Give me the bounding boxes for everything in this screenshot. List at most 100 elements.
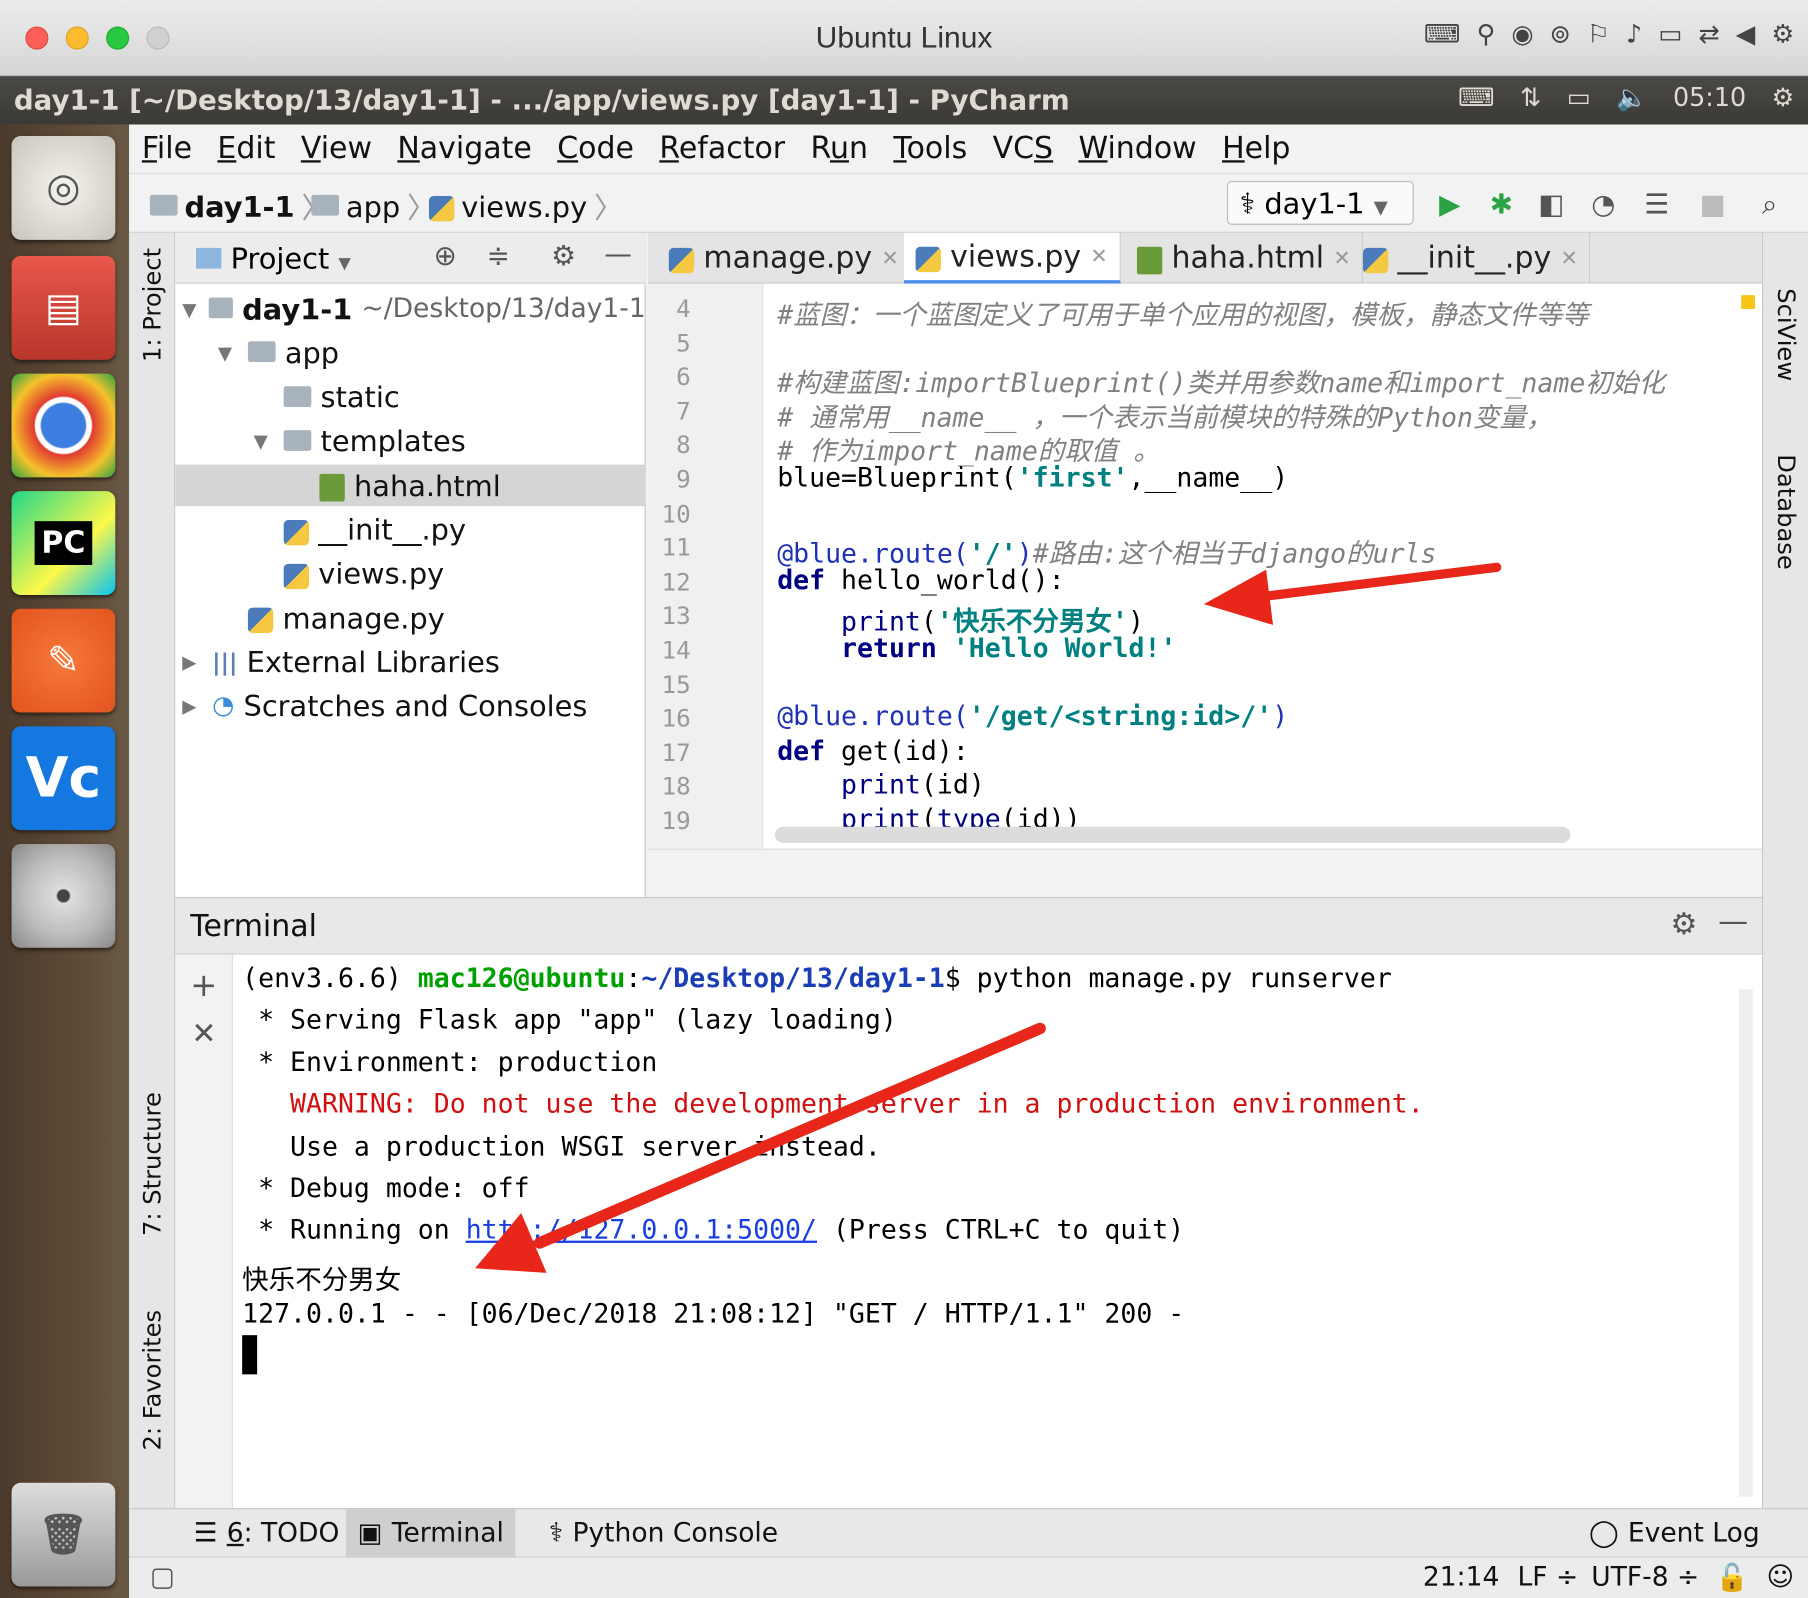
breadcrumb-project[interactable]: day1-1〉 bbox=[149, 186, 330, 228]
expand-arrow-icon[interactable]: ▼ bbox=[254, 431, 275, 453]
terminal-tool-button[interactable]: ▣ Terminal bbox=[345, 1509, 516, 1558]
close-tab-icon[interactable]: ✕ bbox=[881, 246, 898, 270]
tree-item[interactable]: views.py bbox=[175, 553, 645, 595]
pycharm-icon[interactable]: PC bbox=[11, 491, 116, 595]
close-session-icon[interactable]: ✕ bbox=[191, 1017, 216, 1052]
tree-item[interactable]: ▶ ||| External Libraries bbox=[175, 642, 645, 684]
scrollbar-thumb[interactable] bbox=[774, 826, 1571, 843]
coverage-icon[interactable]: ◧ bbox=[1538, 188, 1564, 220]
run-config-dropdown[interactable]: ⚕ day1-1 ▼ bbox=[1226, 181, 1414, 225]
optical-disc-icon[interactable]: ◉ bbox=[1511, 21, 1533, 50]
editor-tab[interactable]: manage.py ✕ bbox=[657, 232, 912, 284]
tree-item[interactable]: ▼ app bbox=[175, 332, 645, 374]
arrow-left-icon[interactable]: ◀ bbox=[1736, 21, 1756, 50]
file-encoding[interactable]: UTF-8 ÷ bbox=[1591, 1562, 1699, 1592]
settings-gear-icon[interactable]: ⚙ bbox=[1771, 21, 1794, 50]
menu-item[interactable]: Navigate bbox=[397, 131, 531, 166]
profile-icon[interactable]: ◔ bbox=[1591, 188, 1615, 220]
menu-item[interactable]: Help bbox=[1222, 131, 1290, 166]
event-log-tool-button[interactable]: ◯ Event Log bbox=[1577, 1509, 1771, 1557]
expand-arrow-icon[interactable]: ▼ bbox=[218, 342, 239, 364]
recording-icon[interactable]: ⊚ bbox=[1550, 21, 1571, 50]
menu-item[interactable]: VCS bbox=[993, 131, 1054, 166]
menu-item[interactable]: File bbox=[142, 131, 192, 166]
line-separator[interactable]: LF ÷ bbox=[1517, 1562, 1578, 1592]
clock[interactable]: 05:10 bbox=[1673, 84, 1746, 113]
storage-icon[interactable]: ▭ bbox=[1658, 21, 1682, 50]
caret-position[interactable]: 21:14 bbox=[1423, 1562, 1499, 1592]
gear-icon[interactable]: ⚙ bbox=[1670, 907, 1697, 942]
keyboard-indicator-icon[interactable]: ⌨ bbox=[1458, 84, 1495, 113]
battery-icon[interactable]: ▭ bbox=[1567, 84, 1591, 113]
new-session-plus-icon[interactable]: + bbox=[190, 966, 217, 1004]
collapse-arrow-icon[interactable]: ▶ bbox=[182, 651, 203, 673]
terminal-output[interactable]: (env3.6.6) mac126@ubuntu:~/Desktop/13/da… bbox=[232, 954, 1762, 1509]
project-tool-button[interactable]: 1: Project bbox=[138, 248, 166, 362]
hide-icon[interactable]: — bbox=[1718, 905, 1748, 940]
system-gear-icon[interactable]: ⚙ bbox=[1771, 84, 1794, 113]
inspector-icon[interactable]: ☺ bbox=[1767, 1562, 1795, 1592]
volume-icon[interactable]: 🔈 bbox=[1616, 84, 1648, 113]
hide-icon[interactable]: — bbox=[604, 238, 632, 270]
breadcrumb-app[interactable]: app 〉 bbox=[311, 186, 436, 228]
tree-item[interactable]: manage.py bbox=[175, 597, 645, 639]
gear-icon[interactable]: ⚙ bbox=[551, 240, 576, 272]
tree-item[interactable]: __init__.py bbox=[175, 509, 645, 551]
ubuntu-dash-icon[interactable]: ◎ bbox=[11, 136, 116, 240]
chrome-icon[interactable] bbox=[11, 373, 116, 478]
trash-icon[interactable]: 🗑 bbox=[11, 1482, 116, 1587]
files-icon[interactable]: ▤ bbox=[11, 255, 116, 360]
search-icon[interactable]: ⌕ bbox=[1762, 188, 1778, 220]
python-console-tool-button[interactable]: ⚕ Python Console bbox=[537, 1509, 789, 1557]
tree-item[interactable]: haha.html bbox=[175, 464, 646, 507]
todo-tool-button[interactable]: ☰ 6: TODO bbox=[182, 1509, 351, 1557]
tree-item[interactable]: static bbox=[175, 377, 645, 419]
vscode-icon[interactable]: V͏c bbox=[11, 726, 116, 831]
terminal-scrollbar[interactable] bbox=[1738, 989, 1753, 1497]
menu-item[interactable]: Refactor bbox=[659, 131, 785, 166]
usb-icon[interactable]: ⚲ bbox=[1477, 21, 1496, 50]
editor-horizontal-scrollbar[interactable] bbox=[648, 826, 1762, 898]
sciview-tool-button[interactable]: SciView bbox=[1772, 288, 1800, 381]
locate-icon[interactable]: ⊕ bbox=[434, 240, 457, 272]
menu-item[interactable]: Edit bbox=[217, 131, 275, 166]
close-tab-icon[interactable]: ✕ bbox=[1560, 246, 1577, 270]
run-icon[interactable]: ▶ bbox=[1439, 188, 1460, 220]
editor-tab[interactable]: haha.html ✕ bbox=[1125, 232, 1364, 284]
stop-icon[interactable]: ■ bbox=[1700, 188, 1726, 220]
menu-item[interactable]: Run bbox=[810, 131, 868, 166]
toggle-tool-windows-icon[interactable]: ▢ bbox=[150, 1562, 175, 1592]
code-editor[interactable]: #蓝图：一个蓝图定义了可用于单个应用的视图，模板，静态文件等等 #构建蓝图:imp… bbox=[763, 283, 1762, 849]
menu-item[interactable]: Window bbox=[1078, 131, 1196, 166]
lock-icon[interactable]: 🔓 bbox=[1716, 1562, 1749, 1593]
tree-item[interactable]: ▼ templates bbox=[175, 421, 645, 463]
close-tab-icon[interactable]: ✕ bbox=[1090, 244, 1107, 268]
tree-item[interactable]: ▶ ◔ Scratches and Consoles bbox=[175, 686, 645, 728]
close-tab-icon[interactable]: ✕ bbox=[1333, 246, 1350, 270]
network-icon[interactable]: ⚐ bbox=[1587, 21, 1610, 50]
audio-icon[interactable]: ♪ bbox=[1626, 21, 1642, 50]
menu-item[interactable]: Code bbox=[557, 131, 634, 166]
editor-tab[interactable]: __init__.py ✕ bbox=[1351, 232, 1591, 284]
postman-icon[interactable]: ✎ bbox=[11, 608, 116, 713]
collapse-arrow-icon[interactable]: ▶ bbox=[182, 695, 203, 717]
structure-tool-button[interactable]: 7: Structure bbox=[138, 1092, 166, 1236]
concurrency-icon[interactable]: ☰ bbox=[1644, 188, 1669, 220]
keyboard-icon[interactable]: ⌨ bbox=[1424, 21, 1461, 50]
disc-icon[interactable] bbox=[11, 843, 116, 948]
editor-tab[interactable]: views.py ✕ bbox=[904, 232, 1121, 284]
favorites-tool-button[interactable]: 2: Favorites bbox=[138, 1310, 166, 1451]
collapse-all-icon[interactable]: ≑ bbox=[487, 240, 510, 272]
debug-icon[interactable]: ✱ bbox=[1490, 188, 1513, 220]
terminal-link[interactable]: http://127.0.0.1:5000/ bbox=[466, 1216, 817, 1246]
expand-arrow-icon[interactable]: ▼ bbox=[182, 298, 200, 320]
inspection-status-icon[interactable] bbox=[1741, 295, 1756, 310]
menu-item[interactable]: Tools bbox=[893, 131, 967, 166]
network-updown-icon[interactable]: ⇅ bbox=[1520, 84, 1541, 113]
breadcrumb-file[interactable]: views.py 〉 bbox=[428, 186, 623, 228]
database-tool-button[interactable]: Database bbox=[1772, 454, 1800, 570]
shared-folder-icon[interactable]: ⇄ bbox=[1698, 21, 1719, 50]
project-view-dropdown[interactable]: Project ▼ bbox=[196, 242, 351, 276]
menu-item[interactable]: View bbox=[301, 131, 372, 166]
tree-item[interactable]: ▼ day1-1 ~/Desktop/13/day1-1 bbox=[175, 288, 646, 330]
